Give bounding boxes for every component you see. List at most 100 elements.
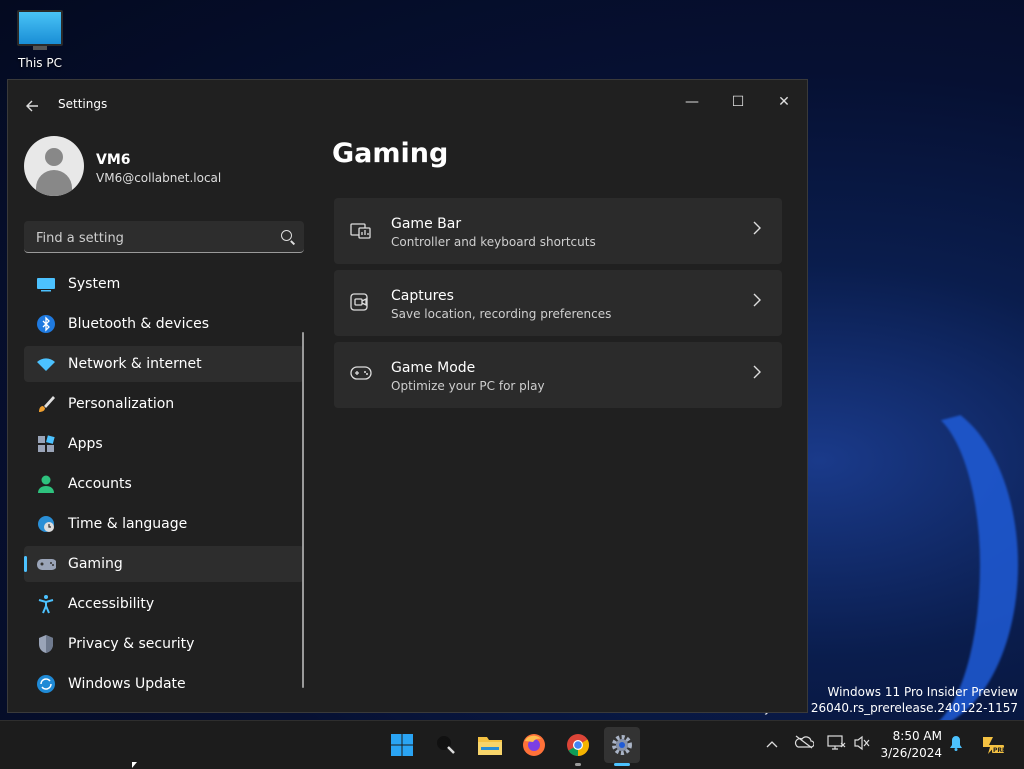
game-bar-card[interactable]: Game Bar Controller and keyboard shortcu… — [334, 198, 782, 264]
search-box[interactable] — [24, 221, 304, 253]
nav-item-network[interactable]: Network & internet — [24, 346, 304, 382]
capture-icon — [350, 292, 372, 314]
game-bar-icon — [350, 220, 372, 242]
card-subtitle: Save location, recording preferences — [391, 307, 612, 321]
settings-window: Settings — ☐ ✕ VM6 VM6@collabnet.local S… — [7, 79, 808, 713]
notification-bell-icon[interactable] — [946, 735, 966, 755]
shield-icon — [36, 634, 56, 654]
volume-muted-icon[interactable] — [852, 735, 872, 755]
captures-card[interactable]: Captures Save location, recording prefer… — [334, 270, 782, 336]
nav-label: Accounts — [68, 476, 132, 492]
globe-clock-icon — [36, 514, 56, 534]
start-button[interactable] — [384, 727, 420, 763]
active-indicator — [614, 763, 630, 766]
minimize-icon: — — [685, 94, 699, 110]
nav-item-accounts[interactable]: Accounts — [24, 466, 304, 502]
page-title: Gaming — [332, 138, 449, 169]
nav-label: Personalization — [68, 396, 175, 412]
file-explorer-icon — [478, 737, 502, 755]
svg-text:PRE: PRE — [993, 747, 1004, 754]
monitor-icon — [17, 10, 63, 46]
nav-item-system[interactable]: System — [24, 266, 304, 302]
taskbar-search-button[interactable] — [428, 727, 464, 763]
nav-label: System — [68, 276, 121, 292]
file-explorer-button[interactable] — [472, 727, 508, 763]
gaming-settings-list: Game Bar Controller and keyboard shortcu… — [334, 198, 782, 414]
settings-icon — [612, 735, 632, 755]
close-button[interactable]: ✕ — [761, 86, 807, 118]
back-arrow-icon — [26, 100, 38, 112]
apps-icon — [36, 434, 56, 454]
nav-scrollbar[interactable] — [302, 332, 304, 688]
user-name: VM6 — [96, 152, 131, 168]
insider-preview-icon[interactable]: PRE — [980, 735, 1006, 755]
nav-item-personalization[interactable]: Personalization — [24, 386, 304, 422]
game-mode-card[interactable]: Game Mode Optimize your PC for play — [334, 342, 782, 408]
card-subtitle: Optimize your PC for play — [391, 379, 545, 393]
firefox-button[interactable] — [516, 727, 552, 763]
nav-item-accessibility[interactable]: Accessibility — [24, 586, 304, 622]
maximize-button[interactable]: ☐ — [715, 86, 761, 118]
card-title: Game Bar — [391, 216, 462, 232]
window-title: Settings — [58, 97, 108, 111]
nav-item-windows-update[interactable]: Windows Update — [24, 666, 304, 702]
title-bar[interactable]: Settings — ☐ ✕ — [8, 80, 807, 128]
close-icon: ✕ — [778, 94, 790, 110]
gamepad-icon — [36, 554, 56, 574]
chevron-right-icon — [752, 364, 762, 383]
nav-item-bluetooth[interactable]: Bluetooth & devices — [24, 306, 304, 342]
settings-taskbar-button[interactable] — [604, 727, 640, 766]
nav-label: Windows Update — [68, 676, 186, 692]
mouse-cursor-icon — [132, 762, 137, 768]
nav-item-gaming[interactable]: Gaming — [24, 546, 304, 582]
nav-label: Apps — [68, 436, 103, 452]
update-icon — [36, 674, 56, 694]
brush-icon — [36, 394, 56, 414]
minimize-button[interactable]: — — [669, 86, 715, 118]
accessibility-icon — [36, 594, 56, 614]
running-indicator — [575, 763, 581, 766]
nav-item-privacy[interactable]: Privacy & security — [24, 626, 304, 662]
this-pc-label: This PC — [18, 56, 62, 70]
accounts-icon — [36, 474, 56, 494]
card-title: Game Mode — [391, 360, 476, 376]
desktop-wallpaper-swirl — [820, 400, 1018, 730]
nav-label: Gaming — [68, 556, 123, 572]
show-hidden-icons-chevron-icon[interactable] — [762, 735, 782, 755]
maximize-icon: ☐ — [731, 94, 745, 110]
onedrive-icon[interactable] — [794, 735, 815, 755]
bluetooth-icon — [36, 314, 56, 334]
search-icon — [437, 736, 455, 754]
firefox-icon — [523, 734, 545, 756]
nav-item-time-language[interactable]: Time & language — [24, 506, 304, 542]
chevron-right-icon — [752, 220, 762, 239]
nav-label: Accessibility — [68, 596, 155, 612]
nav-label: Bluetooth & devices — [68, 316, 210, 332]
clock-time: 8:50 AM — [892, 729, 942, 743]
network-icon[interactable] — [826, 735, 846, 755]
chevron-right-icon — [752, 292, 762, 311]
taskbar-clock[interactable]: 8:50 AM 3/26/2024 — [880, 728, 942, 762]
start-icon — [391, 734, 413, 756]
nav-label: Network & internet — [68, 356, 202, 372]
nav-item-apps[interactable]: Apps — [24, 426, 304, 462]
chrome-icon — [567, 734, 589, 756]
system-icon — [36, 274, 56, 294]
card-title: Captures — [391, 288, 454, 304]
user-email: VM6@collabnet.local — [96, 171, 222, 185]
avatar[interactable] — [24, 136, 84, 196]
card-subtitle: Controller and keyboard shortcuts — [391, 235, 596, 249]
selection-indicator — [24, 556, 27, 572]
clock-date: 3/26/2024 — [880, 746, 942, 760]
search-icon[interactable] — [281, 230, 292, 241]
chrome-button[interactable] — [560, 727, 596, 766]
gamepad-icon — [350, 364, 372, 386]
wifi-icon — [36, 354, 56, 374]
this-pc-desktop-icon[interactable]: This PC — [14, 10, 66, 70]
nav-label: Time & language — [68, 516, 188, 532]
settings-nav: System Bluetooth & devices Network & int… — [24, 266, 304, 706]
back-button[interactable] — [20, 94, 44, 118]
taskbar: 8:50 AM 3/26/2024 PRE — [0, 720, 1024, 769]
nav-label: Privacy & security — [68, 636, 195, 652]
search-input[interactable] — [34, 227, 268, 249]
